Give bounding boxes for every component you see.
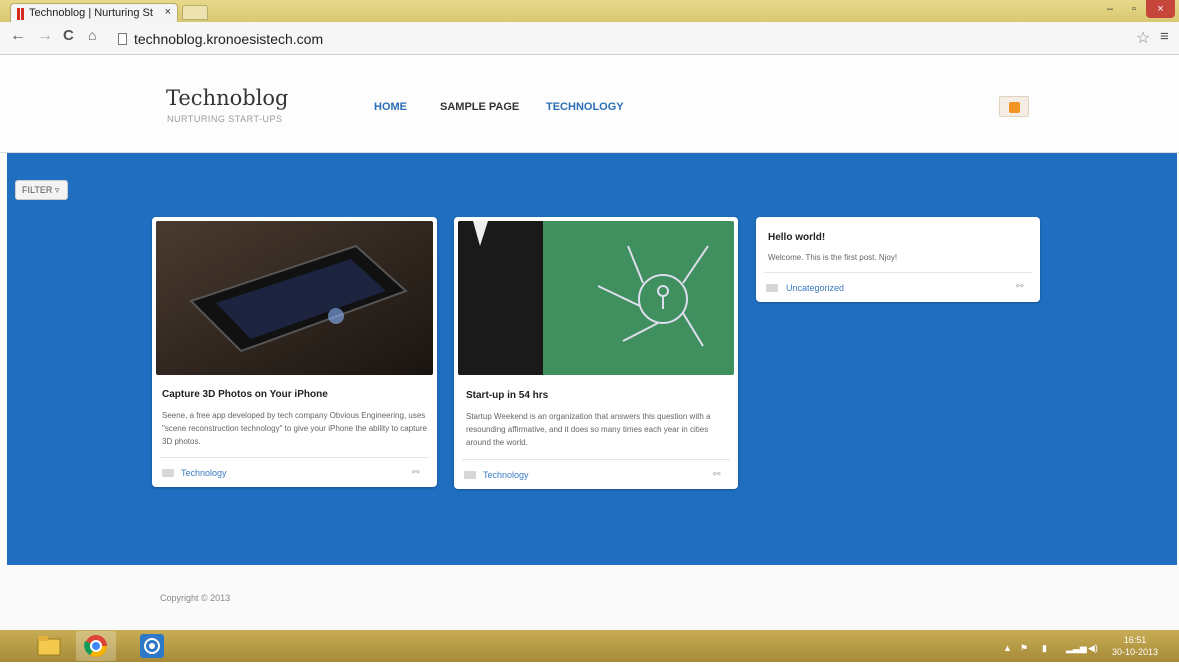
close-window-button[interactable]: ×: [1146, 0, 1175, 18]
post-excerpt: Seene, a free app developed by tech comp…: [162, 411, 427, 446]
post-title[interactable]: Capture 3D Photos on Your iPhone: [162, 389, 328, 400]
permalink-icon[interactable]: ⚯: [1016, 281, 1024, 292]
nav-sample-page[interactable]: SAMPLE PAGE: [440, 101, 519, 113]
post-image-startup[interactable]: [458, 221, 734, 375]
post-excerpt: Welcome. This is the first post. Njoy!: [768, 253, 898, 262]
post-card[interactable]: Hello world! Welcome. This is the first …: [756, 217, 1040, 302]
card-divider: [160, 457, 429, 458]
network-signal-icon[interactable]: ▂▃▅: [1066, 643, 1087, 654]
rss-button[interactable]: [999, 96, 1029, 117]
site-title[interactable]: Technoblog: [166, 86, 289, 110]
site-tagline: NURTURING START-UPS: [167, 114, 283, 124]
filter-label: FILTER: [22, 185, 53, 195]
post-category-link[interactable]: Technology: [181, 468, 227, 478]
address-bar[interactable]: technoblog.kronoesistech.com: [134, 31, 323, 47]
post-image-iphone[interactable]: [156, 221, 433, 375]
tab-title: Technoblog | Nurturing St: [29, 7, 153, 19]
home-icon[interactable]: ⌂: [88, 27, 96, 43]
action-center-flag-icon[interactable]: ⚑: [1020, 643, 1028, 654]
page-icon: [118, 33, 127, 45]
permalink-icon[interactable]: ⚯: [713, 469, 721, 480]
site-favicon-icon: [17, 7, 25, 20]
folder-icon: [162, 469, 174, 477]
post-category-link[interactable]: Uncategorized: [786, 283, 844, 293]
minimize-button[interactable]: –: [1098, 0, 1122, 18]
chrome-menu-icon[interactable]: ≡: [1160, 28, 1169, 45]
nav-technology[interactable]: TECHNOLOGY: [546, 101, 624, 113]
copyright-text: Copyright © 2013: [160, 593, 231, 603]
volume-icon[interactable]: ◀): [1088, 643, 1098, 654]
nav-home[interactable]: HOME: [374, 101, 407, 113]
file-explorer-icon[interactable]: [30, 631, 70, 661]
tab-close-icon[interactable]: ×: [165, 6, 171, 18]
rss-icon: [1009, 102, 1020, 113]
post-excerpt: Startup Weekend is an organization that …: [466, 412, 711, 447]
folder-icon: [766, 284, 778, 292]
battery-icon[interactable]: ▮: [1042, 643, 1047, 654]
app-taskbar-icon[interactable]: [132, 631, 172, 661]
permalink-icon[interactable]: ⚯: [412, 467, 420, 478]
folder-icon: [464, 471, 476, 479]
browser-tab[interactable]: Technoblog | Nurturing St ×: [10, 3, 178, 22]
reload-icon[interactable]: C: [63, 27, 74, 44]
clock-date: 30-10-2013: [1112, 647, 1159, 657]
chrome-taskbar-icon[interactable]: [76, 631, 116, 661]
filter-button[interactable]: FILTER ▿: [15, 180, 68, 200]
forward-arrow-icon[interactable]: →: [37, 27, 53, 45]
post-card[interactable]: Start-up in 54 hrs Startup Weekend is an…: [454, 217, 738, 489]
taskbar-clock[interactable]: 16:51 30-10-2013: [1112, 634, 1158, 658]
clock-time: 16:51: [1123, 635, 1147, 645]
post-title[interactable]: Hello world!: [768, 232, 825, 243]
card-divider: [764, 272, 1032, 273]
post-category-link[interactable]: Technology: [483, 470, 529, 480]
tray-expand-icon[interactable]: ▲: [1003, 643, 1012, 653]
new-tab-button[interactable]: [182, 5, 208, 20]
post-title[interactable]: Start-up in 54 hrs: [466, 390, 548, 401]
post-card[interactable]: Capture 3D Photos on Your iPhone Seene, …: [152, 217, 437, 487]
back-arrow-icon[interactable]: ←: [10, 27, 26, 45]
filter-funnel-icon: ▿: [54, 185, 60, 195]
maximize-button[interactable]: ▫: [1122, 0, 1146, 18]
bookmark-star-icon[interactable]: ☆: [1136, 28, 1150, 48]
card-divider: [462, 459, 730, 460]
